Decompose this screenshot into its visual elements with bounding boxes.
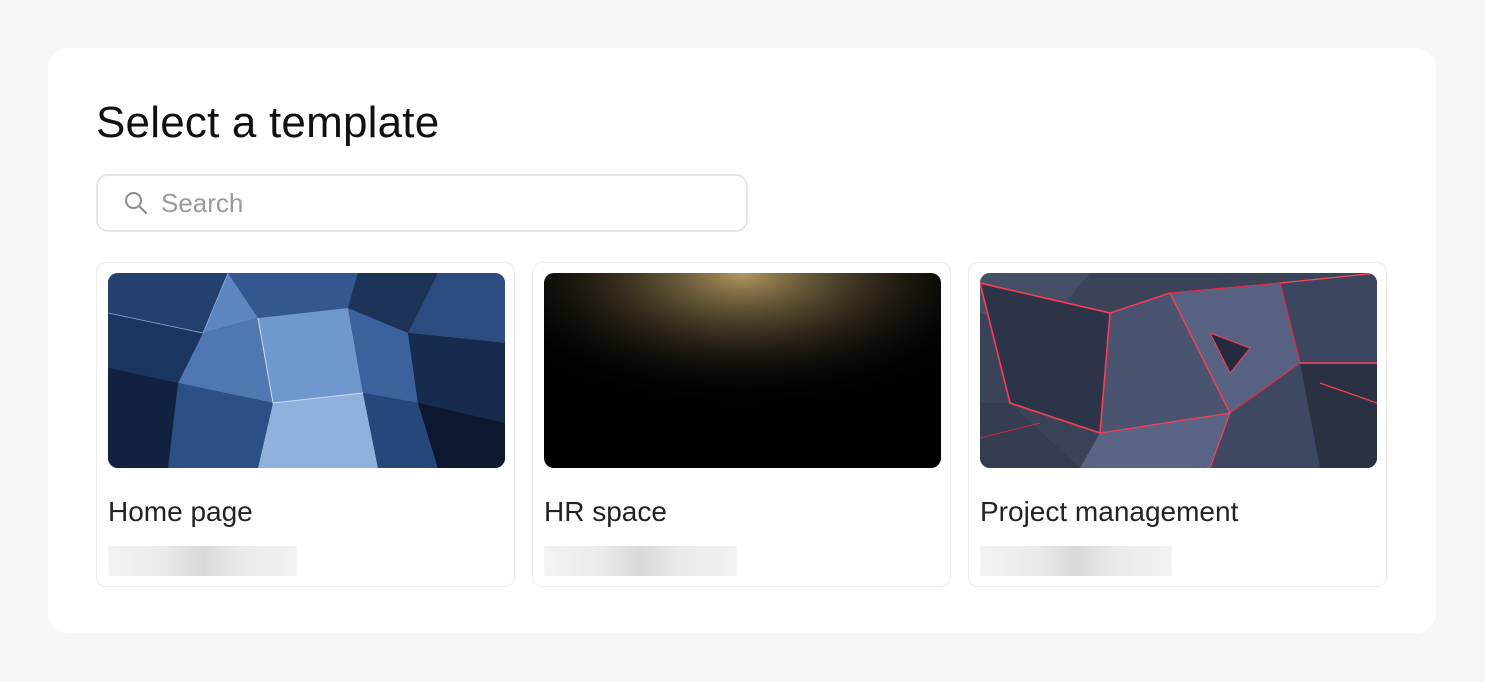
search-box[interactable] (96, 174, 748, 232)
loading-placeholder (980, 546, 1172, 576)
blue-geometric-glass-image (108, 273, 505, 468)
template-card-home-page[interactable]: Home page (96, 262, 515, 587)
template-card-title: HR space (544, 496, 667, 527)
template-picker-panel: Select a template Search Home page HR sp… (48, 48, 1436, 633)
template-card-title: Project management (980, 496, 1239, 527)
page-title: Select a template (96, 98, 440, 147)
loading-placeholder (108, 546, 297, 576)
search-icon (123, 190, 149, 216)
template-card-hr-space[interactable]: HR space (532, 262, 951, 587)
app-background: Select a template Search Home page HR sp… (0, 0, 1485, 682)
search-input[interactable] (159, 186, 723, 220)
loading-placeholder (544, 546, 737, 576)
golden-light-streaks-image (544, 273, 941, 468)
template-card-project-management[interactable]: Project management (968, 262, 1387, 587)
template-card-title: Home page (108, 496, 253, 527)
red-neon-polygon-image (980, 273, 1377, 468)
